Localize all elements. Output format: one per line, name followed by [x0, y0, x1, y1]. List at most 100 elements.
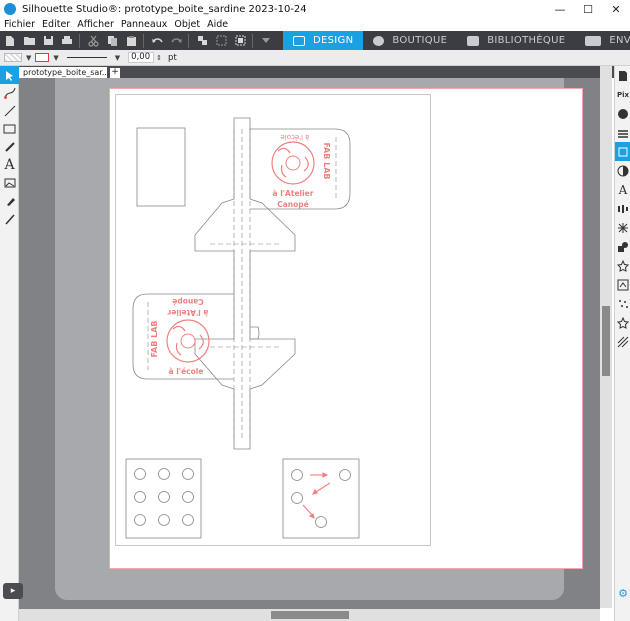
- bottom-caption-line1: à l'Atelier: [167, 308, 208, 317]
- store-icon: [373, 35, 385, 46]
- image-tool-icon[interactable]: [0, 174, 19, 192]
- bottom-logo-group: FAB LAB à l'Atelier Canopé à l'école: [150, 297, 210, 376]
- line-tool-icon[interactable]: [0, 102, 19, 120]
- align-icon[interactable]: [615, 199, 630, 218]
- sketch-icon[interactable]: [615, 294, 630, 313]
- window-title: Silhouette Studio®: prototype_boite_sard…: [22, 3, 307, 15]
- chevron-down-icon[interactable]: ▼: [53, 54, 58, 62]
- design-artwork[interactable]: FAB LAB à l'école à l'Atelier Canopé FAB…: [110, 89, 584, 570]
- maximize-button[interactable]: ☐: [574, 0, 602, 18]
- line-style-icon[interactable]: [615, 142, 630, 161]
- knife-tool-icon[interactable]: [0, 210, 19, 228]
- transparency-icon[interactable]: [615, 161, 630, 180]
- vertical-scrollbar[interactable]: [600, 66, 612, 608]
- draw-tool-icon[interactable]: [0, 138, 19, 156]
- chevron-down-icon[interactable]: ▼: [26, 54, 31, 62]
- menu-fichier[interactable]: Fichier: [4, 19, 35, 30]
- vertical-scroll-thumb[interactable]: [602, 306, 610, 376]
- text-style-icon[interactable]: A: [615, 180, 630, 199]
- fablab-logo-core: [285, 155, 301, 171]
- toolbar-dropdown-icon[interactable]: [259, 35, 273, 47]
- top-logo-group: FAB LAB à l'école à l'Atelier Canopé: [271, 133, 331, 209]
- close-button[interactable]: ✕: [602, 0, 630, 18]
- tab-envoyer[interactable]: ENVOYER: [575, 31, 630, 50]
- minimize-button[interactable]: —: [546, 0, 574, 18]
- text-tool-icon[interactable]: A: [0, 156, 19, 174]
- line-color-icon[interactable]: [615, 123, 630, 142]
- central-strip: [194, 117, 296, 450]
- copy-icon[interactable]: [105, 35, 119, 47]
- bottom-ecole-label: à l'école: [169, 367, 204, 376]
- line-style-sample[interactable]: [66, 57, 107, 58]
- add-document-button[interactable]: +: [110, 68, 120, 78]
- group-icon[interactable]: [195, 35, 209, 47]
- fablab-logo-core: [180, 333, 196, 349]
- right-panel-toolbar: Pix A ⚙: [614, 66, 630, 621]
- line-width-input[interactable]: 0,00: [128, 52, 155, 63]
- document-tab[interactable]: prototype_boite_sar... ×: [19, 67, 116, 78]
- rectangle-tool-icon[interactable]: [0, 120, 19, 138]
- offset-icon[interactable]: [615, 256, 630, 275]
- library-icon: [467, 35, 480, 46]
- library-toggle-icon[interactable]: ▸: [3, 583, 23, 599]
- line-width-unit: pt: [168, 52, 177, 63]
- menu-panneaux[interactable]: Panneaux: [121, 19, 167, 30]
- line-style-bar: ▼ ▼ ▼ 0,00 ⇕ pt: [0, 50, 630, 66]
- fill-color-icon[interactable]: [615, 104, 630, 123]
- modify-icon[interactable]: [615, 237, 630, 256]
- circles-panel: [125, 458, 202, 539]
- send-icon: [585, 35, 602, 46]
- silhouette-app-icon: [4, 3, 16, 15]
- eraser-tool-icon[interactable]: [0, 192, 19, 210]
- top-caption-line2: Canopé: [277, 200, 309, 209]
- cut-icon[interactable]: [86, 35, 100, 47]
- paste-icon[interactable]: [124, 35, 138, 47]
- settings-gear-icon[interactable]: ⚙: [615, 584, 630, 603]
- line-color-swatch[interactable]: [35, 53, 50, 62]
- spinner-icon[interactable]: ⇕: [156, 54, 162, 62]
- favorites-star-icon[interactable]: [615, 313, 630, 332]
- tab-design[interactable]: DESIGN: [283, 31, 364, 50]
- fill-swatch[interactable]: [4, 53, 22, 62]
- select-tool-icon[interactable]: [0, 66, 19, 84]
- tab-bibliotheque-label: BIBLIOTHÈQUE: [487, 35, 566, 46]
- replicate-panel-icon[interactable]: [615, 218, 630, 237]
- toolbar-separator: [79, 33, 80, 48]
- bottom-caption-line2: Canopé: [172, 297, 204, 306]
- replicate-icon[interactable]: [233, 35, 247, 47]
- horizontal-scroll-thumb[interactable]: [271, 611, 349, 619]
- tab-envoyer-label: ENVOYER: [609, 35, 630, 46]
- menu-afficher[interactable]: Afficher: [77, 19, 114, 30]
- menu-objet[interactable]: Objet: [174, 19, 200, 30]
- page-media: FAB LAB à l'école à l'Atelier Canopé FAB…: [109, 88, 583, 569]
- horizontal-scrollbar[interactable]: [19, 609, 600, 621]
- redo-icon[interactable]: [169, 35, 183, 47]
- chevron-down-icon[interactable]: ▼: [115, 54, 120, 62]
- save-icon[interactable]: [41, 35, 55, 47]
- menu-bar: Fichier Editer Afficher Panneaux Objet A…: [0, 18, 630, 31]
- title-bar: Silhouette Studio®: prototype_boite_sard…: [0, 0, 630, 18]
- left-tool-panel: A: [0, 66, 19, 621]
- point-edit-tool-icon[interactable]: [0, 84, 19, 102]
- menu-editer[interactable]: Editer: [42, 19, 70, 30]
- design-canvas[interactable]: FAB LAB à l'école à l'Atelier Canopé FAB…: [19, 78, 600, 609]
- trace-icon[interactable]: [615, 275, 630, 294]
- bottom-logo-text: FAB LAB: [150, 320, 159, 357]
- new-document-icon[interactable]: [3, 35, 17, 47]
- pixscan-icon[interactable]: Pix: [615, 85, 630, 104]
- open-folder-icon[interactable]: [22, 35, 36, 47]
- tab-design-label: DESIGN: [313, 35, 354, 46]
- print-icon[interactable]: [60, 35, 74, 47]
- undo-icon[interactable]: [150, 35, 164, 47]
- side-panel-square: [136, 127, 186, 207]
- menu-aide[interactable]: Aide: [207, 19, 228, 30]
- arrows-panel: [282, 458, 360, 539]
- hatch-icon[interactable]: [615, 332, 630, 351]
- fold-lines: [147, 129, 337, 439]
- page-setup-icon[interactable]: [615, 66, 630, 85]
- ungroup-icon[interactable]: [214, 35, 228, 47]
- notch: [250, 326, 260, 340]
- tab-bibliotheque[interactable]: BIBLIOTHÈQUE: [457, 31, 575, 50]
- tab-boutique[interactable]: BOUTIQUE: [363, 31, 457, 50]
- mode-tabs: DESIGN BOUTIQUE BIBLIOTHÈQUE ENVOYER: [283, 31, 630, 50]
